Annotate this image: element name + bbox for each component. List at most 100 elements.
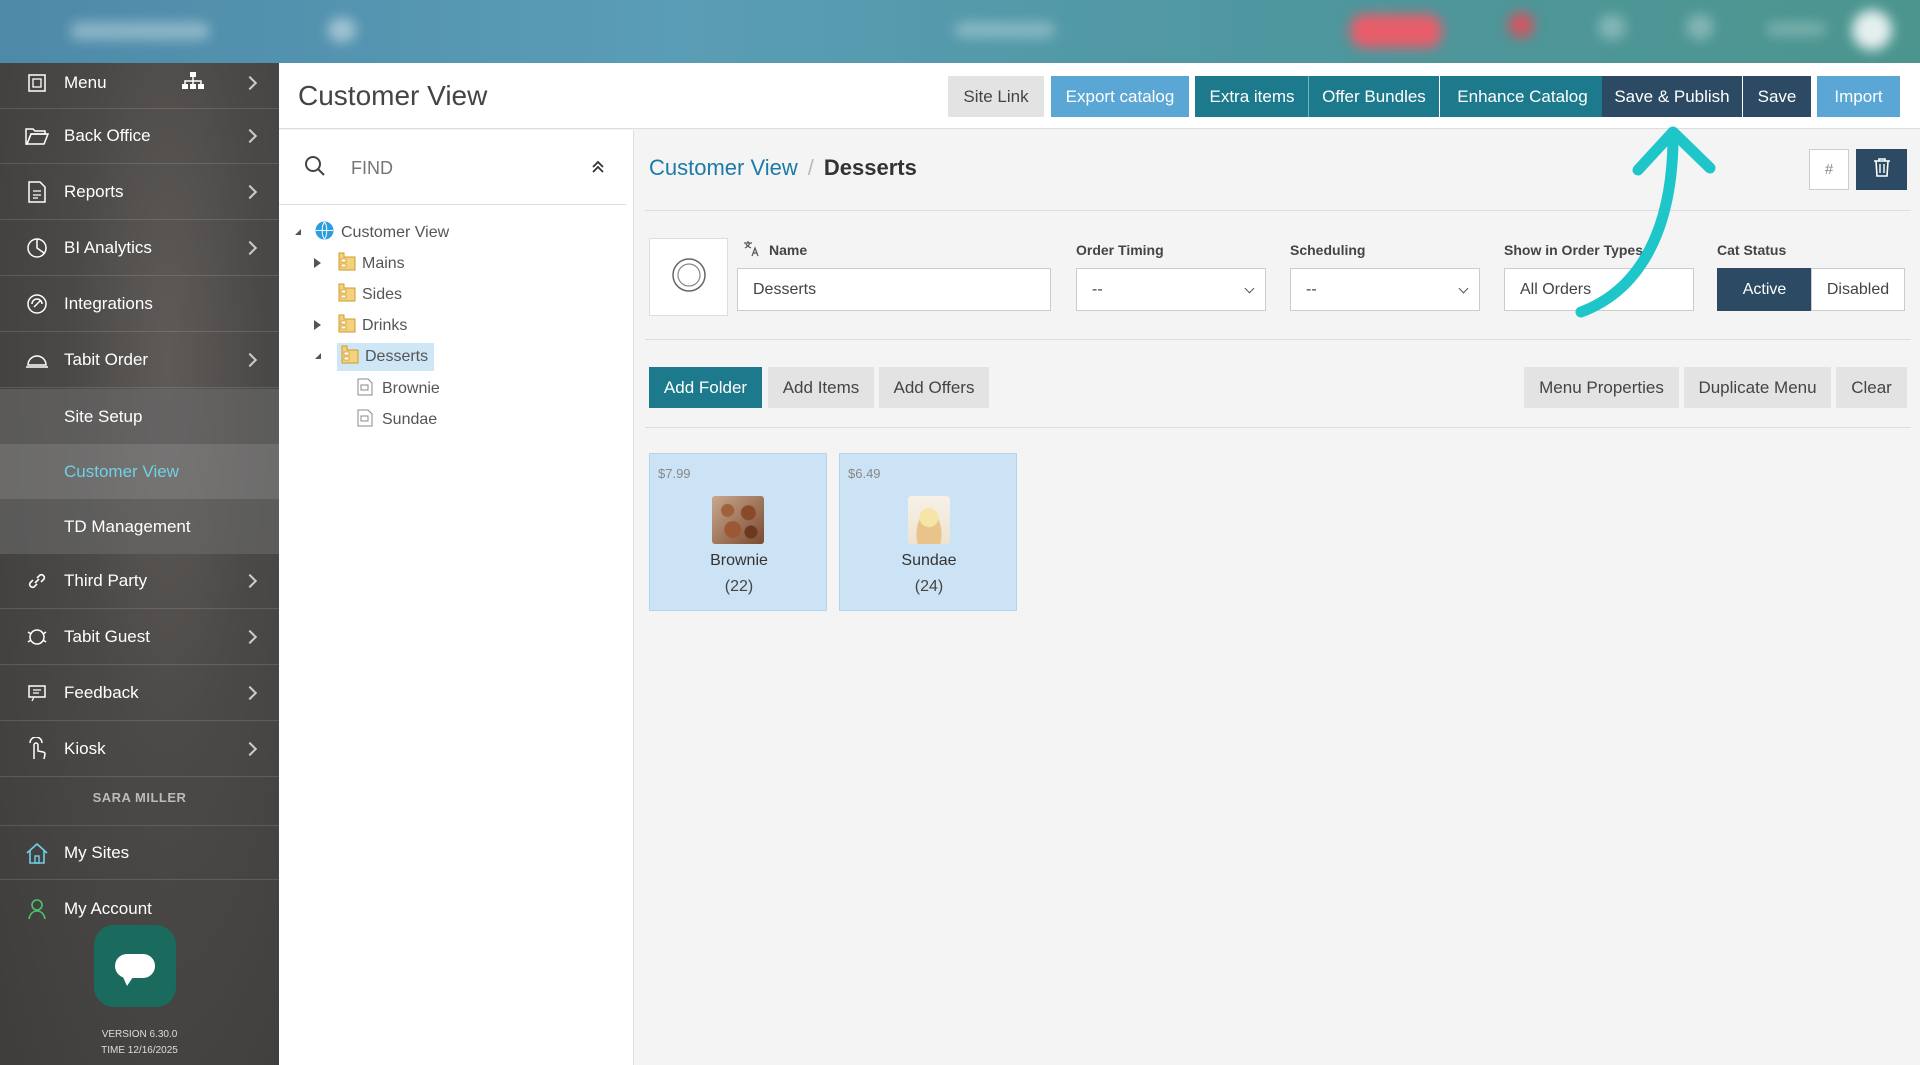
tree-node-label: Sundae	[382, 411, 438, 428]
breadcrumb-root-link[interactable]: Customer View	[649, 155, 798, 180]
avatar[interactable]	[1852, 10, 1892, 50]
tree-leaf-brownie[interactable]: Brownie	[357, 376, 440, 402]
sidebar-item-tabit-guest[interactable]: Tabit Guest	[0, 610, 279, 665]
order-types-value: All Orders	[1520, 280, 1592, 298]
menu-toggle-icon[interactable]	[328, 18, 356, 42]
sidebar-subitem-label: TD Management	[64, 516, 191, 536]
save-button[interactable]: Save	[1743, 76, 1811, 117]
sidebar-item-menu[interactable]: Menu	[0, 63, 279, 109]
site-selector[interactable]	[955, 22, 1055, 38]
settings-icon[interactable]	[1686, 14, 1714, 40]
chevron-right-icon	[242, 75, 258, 90]
import-button[interactable]: Import	[1817, 76, 1900, 117]
sidebar-item-label: My Sites	[64, 842, 130, 862]
order-types-select[interactable]: All Orders	[1504, 268, 1694, 311]
sidebar-subitem-td-management[interactable]: TD Management	[0, 499, 279, 554]
sidebar-item-third-party[interactable]: Third Party	[0, 554, 279, 609]
order-timing-select[interactable]: --	[1076, 268, 1266, 311]
sidebar-subitem-customer-view[interactable]: Customer View	[0, 444, 279, 499]
tree-node-desserts[interactable]: Desserts	[313, 343, 435, 371]
duplicate-menu-button[interactable]: Duplicate Menu	[1684, 367, 1831, 408]
collapse-all-icon[interactable]	[591, 160, 605, 179]
integrations-icon	[25, 292, 49, 316]
tree-node-label: Drinks	[362, 317, 408, 334]
guest-icon	[25, 625, 49, 649]
sidebar-item-label: Tabit Order	[64, 350, 149, 369]
sidebar-item-label: Reports	[64, 182, 124, 201]
tree-node-mains[interactable]: Mains	[313, 251, 405, 277]
name-field[interactable]: Desserts	[737, 268, 1051, 311]
alert-badge[interactable]	[1350, 14, 1442, 48]
add-offers-button[interactable]: Add Offers	[879, 367, 989, 408]
tree-leaf-sundae[interactable]: Sundae	[357, 407, 437, 433]
offer-bundles-button[interactable]: Offer Bundles	[1309, 76, 1439, 117]
sitemap-icon[interactable]	[181, 71, 205, 96]
sidebar-subitem-site-setup[interactable]: Site Setup	[0, 389, 279, 444]
expand-arrow-icon[interactable]	[313, 317, 333, 335]
hash-button[interactable]: #	[1809, 149, 1849, 190]
add-items-button[interactable]: Add Items	[768, 367, 874, 408]
sidebar-item-my-sites[interactable]: My Sites	[0, 825, 279, 880]
collapse-arrow-icon[interactable]	[313, 348, 333, 366]
scheduling-select[interactable]: --	[1290, 268, 1480, 311]
site-link-button[interactable]: Site Link	[948, 76, 1044, 117]
save-publish-button[interactable]: Save & Publish	[1602, 76, 1742, 117]
export-catalog-button[interactable]: Export catalog	[1051, 76, 1189, 117]
translate-icon[interactable]	[743, 240, 761, 263]
chevron-right-icon	[242, 685, 258, 701]
sidebar-item-kiosk[interactable]: Kiosk	[0, 722, 279, 777]
sidebar-item-integrations[interactable]: Integrations	[0, 277, 279, 332]
find-input[interactable]	[351, 154, 571, 182]
delete-button[interactable]	[1856, 149, 1907, 190]
sidebar-item-label: Feedback	[64, 683, 139, 702]
pie-chart-icon	[25, 236, 49, 260]
tree-node-selected[interactable]: Desserts	[337, 343, 435, 371]
item-card-sundae[interactable]: $6.49 Sundae (24)	[839, 453, 1017, 611]
help-icon[interactable]	[1598, 14, 1626, 40]
sidebar-item-reports[interactable]: Reports	[0, 165, 279, 220]
clear-button[interactable]: Clear	[1836, 367, 1907, 408]
trash-icon	[1873, 157, 1891, 182]
user-menu[interactable]	[1766, 22, 1826, 36]
main-area: Customer View Site Link Export catalog E…	[279, 63, 1920, 1065]
find-bar	[279, 130, 626, 205]
enhance-catalog-button[interactable]: Enhance Catalog	[1440, 76, 1605, 117]
search-icon	[303, 154, 327, 183]
sidebar-item-feedback[interactable]: Feedback	[0, 666, 279, 721]
extra-items-button[interactable]: Extra items	[1195, 76, 1309, 117]
menu-properties-button[interactable]: Menu Properties	[1524, 367, 1679, 408]
tree-node-root[interactable]: Customer View	[293, 220, 449, 246]
tree-node-label: Customer View	[341, 224, 450, 241]
collapse-arrow-icon[interactable]	[293, 224, 307, 242]
sidebar-item-tabit-order[interactable]: Tabit Order	[0, 333, 279, 388]
folder-icon	[338, 314, 356, 338]
status-active-toggle[interactable]: Active	[1717, 268, 1812, 311]
tree-panel: Customer View Mains Sides	[279, 130, 634, 1065]
order-types-label: Show in Order Types	[1504, 242, 1643, 258]
tree-node-sides[interactable]: Sides	[333, 282, 402, 308]
chevron-right-icon	[242, 741, 258, 757]
breadcrumb-current: Desserts	[823, 155, 917, 180]
breadcrumb: Customer View / Desserts	[649, 155, 917, 181]
expand-arrow-icon[interactable]	[313, 255, 333, 273]
sidebar-item-label: Tabit Guest	[64, 627, 150, 646]
sidebar-user-name: SARA MILLER	[92, 790, 187, 805]
item-card-brownie[interactable]: $7.99 Brownie (22)	[649, 453, 827, 611]
chat-icon	[115, 954, 155, 986]
folder-icon	[338, 283, 356, 307]
sidebar-item-bi-analytics[interactable]: BI Analytics	[0, 221, 279, 276]
chevron-down-icon	[1458, 283, 1469, 294]
chevron-right-icon	[242, 240, 258, 256]
sidebar-item-back-office[interactable]: Back Office	[0, 109, 279, 164]
notification-icon[interactable]	[1508, 12, 1534, 38]
add-folder-button[interactable]: Add Folder	[649, 367, 762, 408]
chat-button[interactable]	[94, 925, 176, 1007]
tree-node-label: Brownie	[382, 380, 440, 397]
category-image-upload[interactable]	[649, 238, 728, 316]
status-disabled-toggle[interactable]: Disabled	[1811, 268, 1905, 311]
folder-open-icon	[25, 124, 49, 148]
cat-status-label: Cat Status	[1717, 242, 1787, 258]
folder-icon	[341, 345, 359, 369]
tree-node-drinks[interactable]: Drinks	[313, 313, 407, 339]
sidebar-item-label: Kiosk	[64, 739, 106, 758]
